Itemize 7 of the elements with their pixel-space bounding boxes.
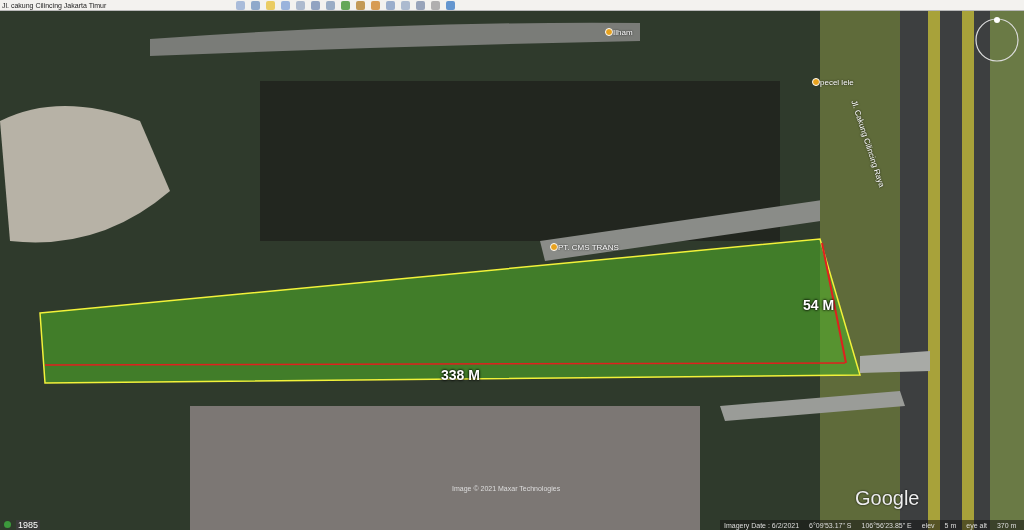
place-label: pecel lele	[820, 78, 854, 87]
road-label: Jl. Cakung Cilincing Raya	[849, 99, 887, 189]
historical-year: 1985	[16, 520, 41, 530]
place-label: PT. CMS TRANS	[558, 243, 619, 252]
place-label: Ilham	[613, 28, 633, 37]
google-logo: Google	[855, 487, 920, 510]
measurement-label: 54 M	[803, 297, 835, 313]
